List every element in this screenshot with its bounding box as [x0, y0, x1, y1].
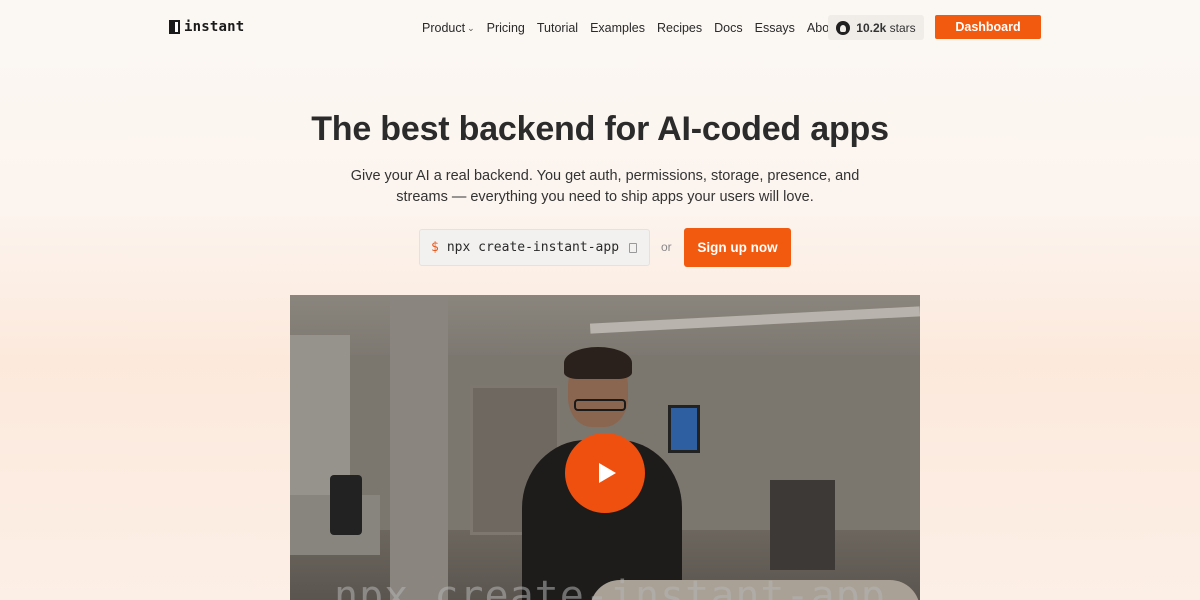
play-button[interactable]	[565, 433, 645, 513]
github-icon	[836, 20, 851, 35]
logo-icon	[169, 20, 180, 34]
video-person-hair	[564, 347, 632, 379]
nav-link-docs[interactable]: Docs	[714, 21, 742, 35]
nav-link-product[interactable]: Product ⌄	[422, 21, 475, 35]
github-star-count: 10.2k	[856, 20, 887, 35]
video-poster	[668, 405, 700, 453]
video-overlay-text: npx create-instant-app	[334, 573, 886, 600]
video-cabinet	[770, 480, 835, 570]
nav-link-pricing[interactable]: Pricing	[487, 21, 525, 35]
github-stars-button[interactable]: 10.2k stars	[828, 15, 924, 40]
video-pillar	[390, 295, 448, 600]
demo-video[interactable]: npx create-instant-app	[290, 295, 920, 600]
command-text: npx create-instant-app	[446, 240, 620, 255]
video-person-glasses	[574, 399, 626, 411]
video-chair	[330, 475, 362, 535]
nav-link-label: Product	[422, 21, 466, 35]
nav-links: Product ⌄ Pricing Tutorial Examples Reci…	[422, 19, 852, 37]
dashboard-button[interactable]: Dashboard	[935, 15, 1041, 39]
command-snippet[interactable]: $ npx create-instant-app	[419, 229, 650, 266]
chevron-down-icon: ⌄	[467, 22, 475, 33]
command-prompt: $	[431, 240, 439, 255]
top-nav: instant Product ⌄ Pricing Tutorial Examp…	[0, 0, 1200, 56]
sign-up-button[interactable]: Sign up now	[684, 228, 791, 267]
nav-link-essays[interactable]: Essays	[755, 21, 795, 35]
hero-subtitle: Give your AI a real backend. You get aut…	[350, 168, 860, 205]
github-star-suffix: stars	[889, 20, 916, 35]
play-icon	[599, 463, 616, 483]
nav-link-tutorial[interactable]: Tutorial	[537, 21, 578, 35]
hero-title: The best backend for AI-coded apps	[311, 110, 889, 148]
brand-logo[interactable]: instant	[169, 18, 244, 36]
nav-link-examples[interactable]: Examples	[590, 21, 645, 35]
or-divider: or	[661, 240, 672, 254]
copy-icon[interactable]	[629, 242, 638, 253]
brand-name: instant	[184, 19, 245, 35]
nav-link-recipes[interactable]: Recipes	[657, 21, 702, 35]
